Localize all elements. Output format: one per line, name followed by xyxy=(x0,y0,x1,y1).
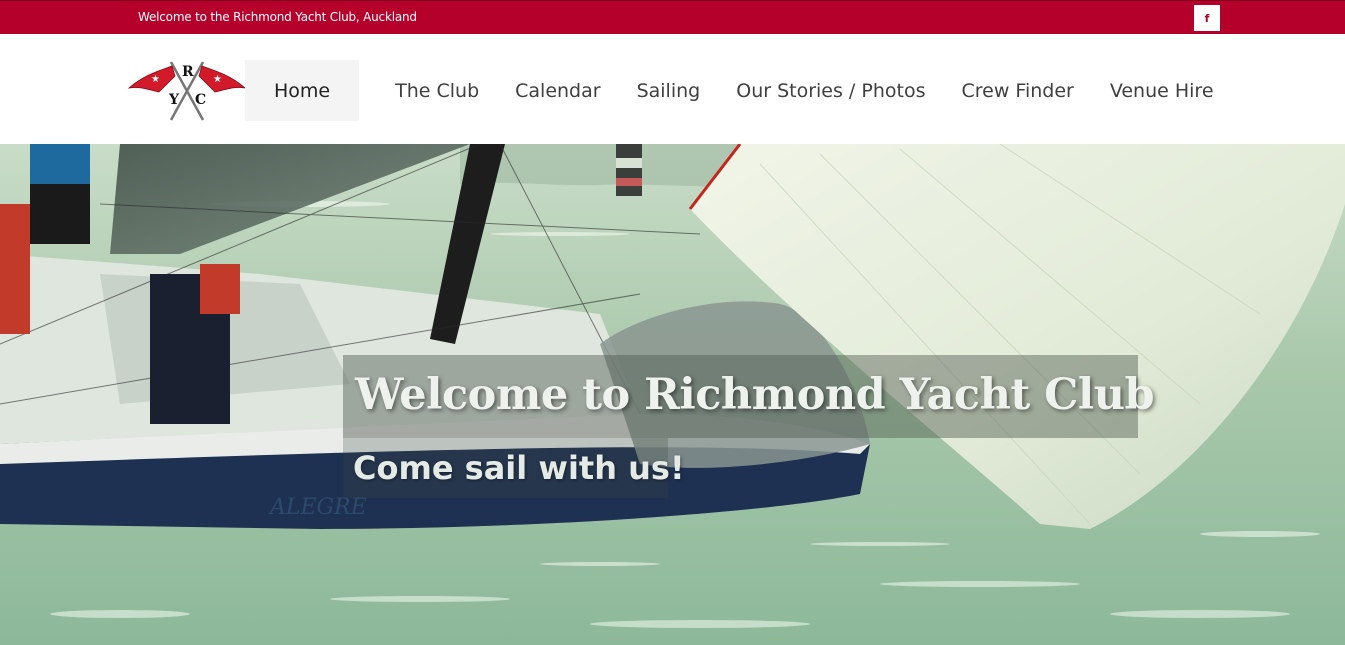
hero-title: Welcome to Richmond Yacht Club xyxy=(355,370,1155,420)
nav-item-label: Our Stories / Photos xyxy=(736,79,926,102)
facebook-icon[interactable]: f xyxy=(1194,5,1220,31)
main-nav: Home The Club Calendar Sailing Our Stori… xyxy=(245,60,1214,121)
nav-item-crew-finder[interactable]: Crew Finder xyxy=(961,60,1073,121)
nav-item-label: Crew Finder xyxy=(961,79,1074,102)
nav-item-calendar[interactable]: Calendar xyxy=(515,60,600,121)
site-header: ★ ★ R Y C Home The Club Calendar Sailing… xyxy=(0,34,1345,144)
nav-item-label: Venue Hire xyxy=(1109,79,1214,102)
nav-item-our-stories-photos[interactable]: Our Stories / Photos xyxy=(736,60,925,121)
nav-item-label: Sailing xyxy=(636,79,701,102)
nav-item-sailing[interactable]: Sailing xyxy=(637,60,701,121)
svg-text:★: ★ xyxy=(213,74,222,85)
club-logo[interactable]: ★ ★ R Y C xyxy=(127,60,247,122)
logo-letter-y: Y xyxy=(168,92,180,108)
hull-lettering: ALEGRE xyxy=(268,495,367,520)
nav-item-label: Calendar xyxy=(515,79,601,102)
svg-text:★: ★ xyxy=(151,74,160,85)
nav-item-home[interactable]: Home xyxy=(245,60,360,121)
burgee-logo-icon: ★ ★ R Y C xyxy=(127,61,247,121)
logo-letter-r: R xyxy=(182,64,194,80)
hero-subtitle: Come sail with us! xyxy=(353,449,685,487)
nav-item-the-club[interactable]: The Club xyxy=(395,60,479,121)
top-bar: Welcome to the Richmond Yacht Club, Auck… xyxy=(0,0,1345,34)
nav-item-venue-hire[interactable]: Venue Hire xyxy=(1110,60,1214,121)
logo-letter-c: C xyxy=(195,92,206,108)
nav-item-label: Home xyxy=(274,79,331,102)
topbar-welcome-text: Welcome to the Richmond Yacht Club, Auck… xyxy=(138,10,417,24)
hero-banner: ALEGRE Welcome to Richmond Yacht Club Co… xyxy=(0,144,1345,645)
nav-item-label: The Club xyxy=(395,79,480,102)
